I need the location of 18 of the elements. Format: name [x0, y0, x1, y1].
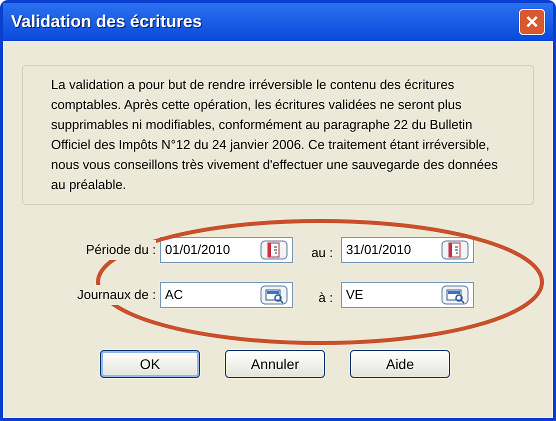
lookup-icon[interactable]: [441, 285, 469, 305]
dialog-button[interactable]: Annuler: [225, 350, 325, 378]
close-button[interactable]: ×: [519, 9, 545, 35]
input-field[interactable]: AC: [160, 282, 293, 308]
field-label: à :: [318, 289, 334, 308]
calendar-icon[interactable]: [260, 240, 288, 260]
input-field[interactable]: 01/01/2010: [160, 237, 293, 263]
field-label: Période du :: [86, 240, 156, 260]
dialog-button[interactable]: OK: [100, 350, 200, 378]
input-field[interactable]: VE: [341, 282, 474, 308]
field-label: Journaux de :: [77, 285, 156, 305]
notice-text: La validation a pour but de rendre irréversible le contenu des écritures comptables. Après cette opération, les écritures validées ne seront plus supprimables ni modifiables, conformément au paragraphe 22 du Bulletin Officiel des Impôts N°12 du 24 janvier 2006. Ce traitement étant irréversible, nous vous conseillons très vivement d'effectuer une sauvegarde des données au préalable.: [22, 65, 534, 205]
field-label: au :: [310, 244, 334, 262]
lookup-icon[interactable]: [260, 285, 288, 305]
dialog-button[interactable]: Aide: [350, 350, 450, 378]
calendar-icon[interactable]: [441, 240, 469, 260]
window-title: Validation des écritures: [11, 11, 202, 34]
input-field[interactable]: 31/01/2010: [341, 237, 474, 263]
